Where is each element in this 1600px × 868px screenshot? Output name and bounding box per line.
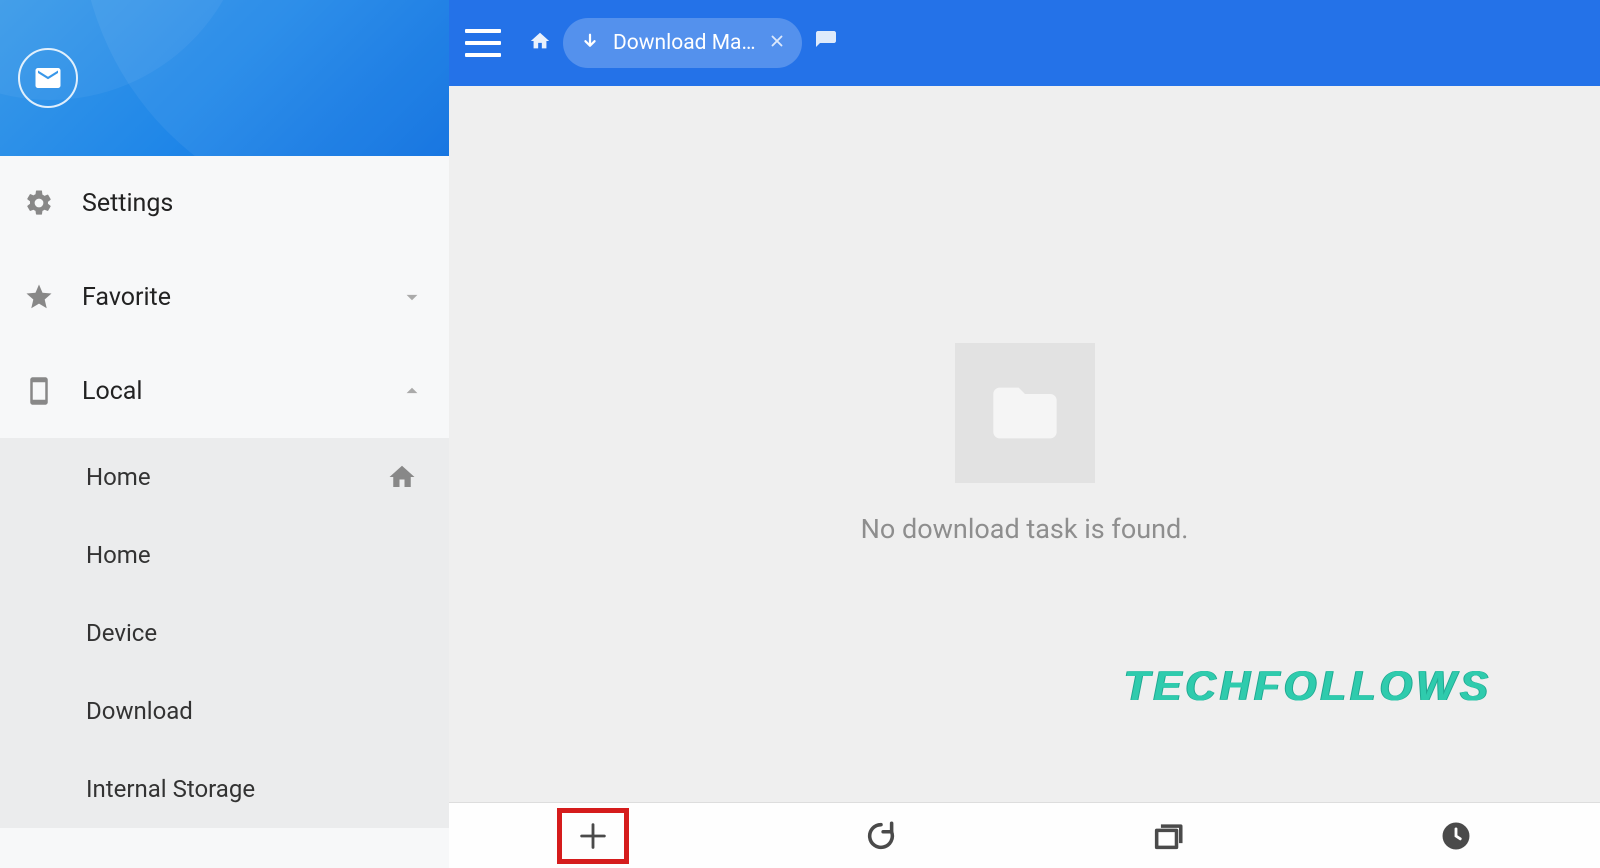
topbar: Download Ma…	[449, 0, 1600, 86]
sub-item-download[interactable]: Download	[0, 672, 449, 750]
sidebar-item-local[interactable]: Local	[0, 344, 449, 438]
windows-button[interactable]	[1132, 808, 1204, 864]
watermark-text: TECHFOLLOWS	[1124, 662, 1492, 710]
close-icon	[768, 32, 786, 50]
refresh-button[interactable]	[845, 808, 917, 864]
sidebar-item-favorite[interactable]: Favorite	[0, 250, 449, 344]
sub-item-home[interactable]: Home	[0, 516, 449, 594]
home-button[interactable]	[529, 30, 551, 56]
sub-item-label: Home	[86, 541, 425, 569]
sub-item-label: Device	[86, 619, 425, 647]
download-icon	[579, 32, 601, 54]
tab-download-manager[interactable]: Download Ma…	[563, 18, 802, 68]
gear-icon	[24, 188, 82, 218]
phone-icon	[24, 376, 82, 406]
clock-button[interactable]	[1420, 808, 1492, 864]
sidebar: Settings Favorite Local Home Home	[0, 0, 449, 868]
comment-button[interactable]	[814, 29, 838, 57]
empty-message: No download task is found.	[861, 513, 1189, 545]
settings-label: Settings	[82, 189, 425, 218]
windows-icon	[1151, 819, 1185, 853]
sidebar-item-settings[interactable]: Settings	[0, 156, 449, 250]
sub-item-label: Download	[86, 697, 425, 725]
clock-icon	[1439, 819, 1473, 853]
chevron-up-icon	[399, 378, 425, 404]
sub-item-label: Internal Storage	[86, 775, 425, 803]
add-button[interactable]	[557, 808, 629, 864]
chevron-down-icon	[399, 284, 425, 310]
home-icon	[387, 462, 417, 492]
hamburger-button[interactable]	[465, 23, 505, 63]
empty-folder-icon	[955, 343, 1095, 483]
mail-icon	[33, 63, 63, 93]
mail-button[interactable]	[18, 48, 78, 108]
sub-item-home-current[interactable]: Home	[0, 438, 449, 516]
sub-item-internal-storage[interactable]: Internal Storage	[0, 750, 449, 828]
local-label: Local	[82, 377, 399, 406]
sidebar-header	[0, 0, 449, 156]
tab-close-button[interactable]	[768, 32, 786, 54]
sub-item-device[interactable]: Device	[0, 594, 449, 672]
local-sublist: Home Home Device Download Internal Stora…	[0, 438, 449, 828]
sidebar-menu: Settings Favorite Local Home Home	[0, 156, 449, 868]
refresh-icon	[864, 819, 898, 853]
sub-item-label: Home	[86, 463, 387, 491]
plus-icon	[576, 819, 610, 853]
star-icon	[24, 282, 82, 312]
favorite-label: Favorite	[82, 283, 399, 312]
content-area: No download task is found. TECHFOLLOWS	[449, 86, 1600, 802]
bottom-toolbar	[449, 802, 1600, 868]
main-area: Download Ma… No download task is found. …	[449, 0, 1600, 868]
tab-label: Download Ma…	[613, 31, 756, 55]
